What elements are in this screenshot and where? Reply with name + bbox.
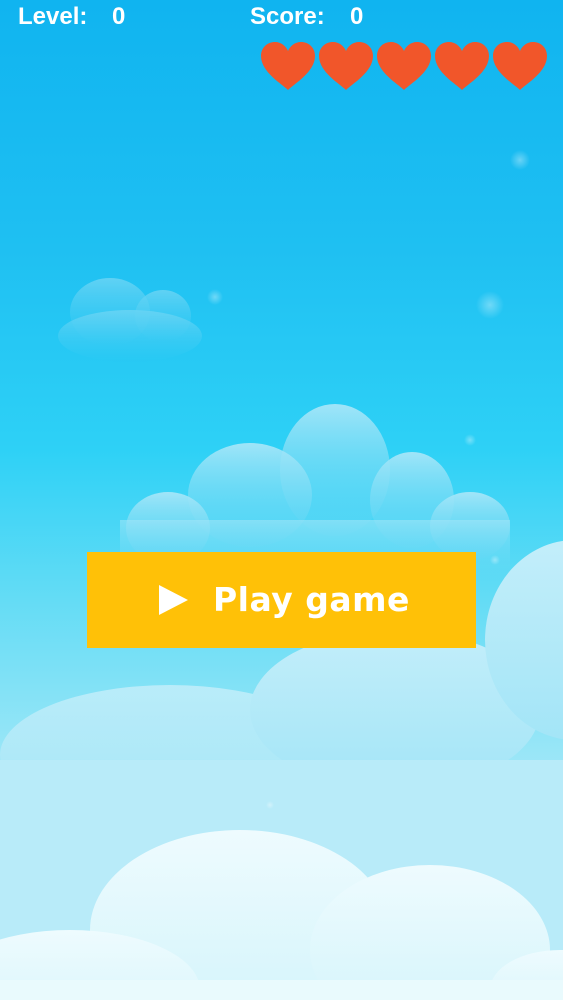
sky-background (0, 150, 563, 1000)
score-value: 0 (350, 3, 364, 30)
heart-icon (319, 42, 373, 90)
heart-icon (435, 42, 489, 90)
play-game-label: Play game (213, 580, 410, 619)
heart-icon (261, 42, 315, 90)
small-cloud (58, 278, 202, 362)
level-label: Level: (18, 3, 88, 30)
level-value: 0 (112, 3, 126, 30)
play-game-button[interactable]: Play game (87, 552, 476, 648)
game-screen: Level: 0 Score: 0 Play game (0, 0, 563, 1000)
lives-indicator (259, 40, 549, 92)
score-label: Score: (250, 3, 325, 30)
heart-icon (493, 42, 547, 90)
heart-icon (377, 42, 431, 90)
play-icon (159, 585, 188, 615)
